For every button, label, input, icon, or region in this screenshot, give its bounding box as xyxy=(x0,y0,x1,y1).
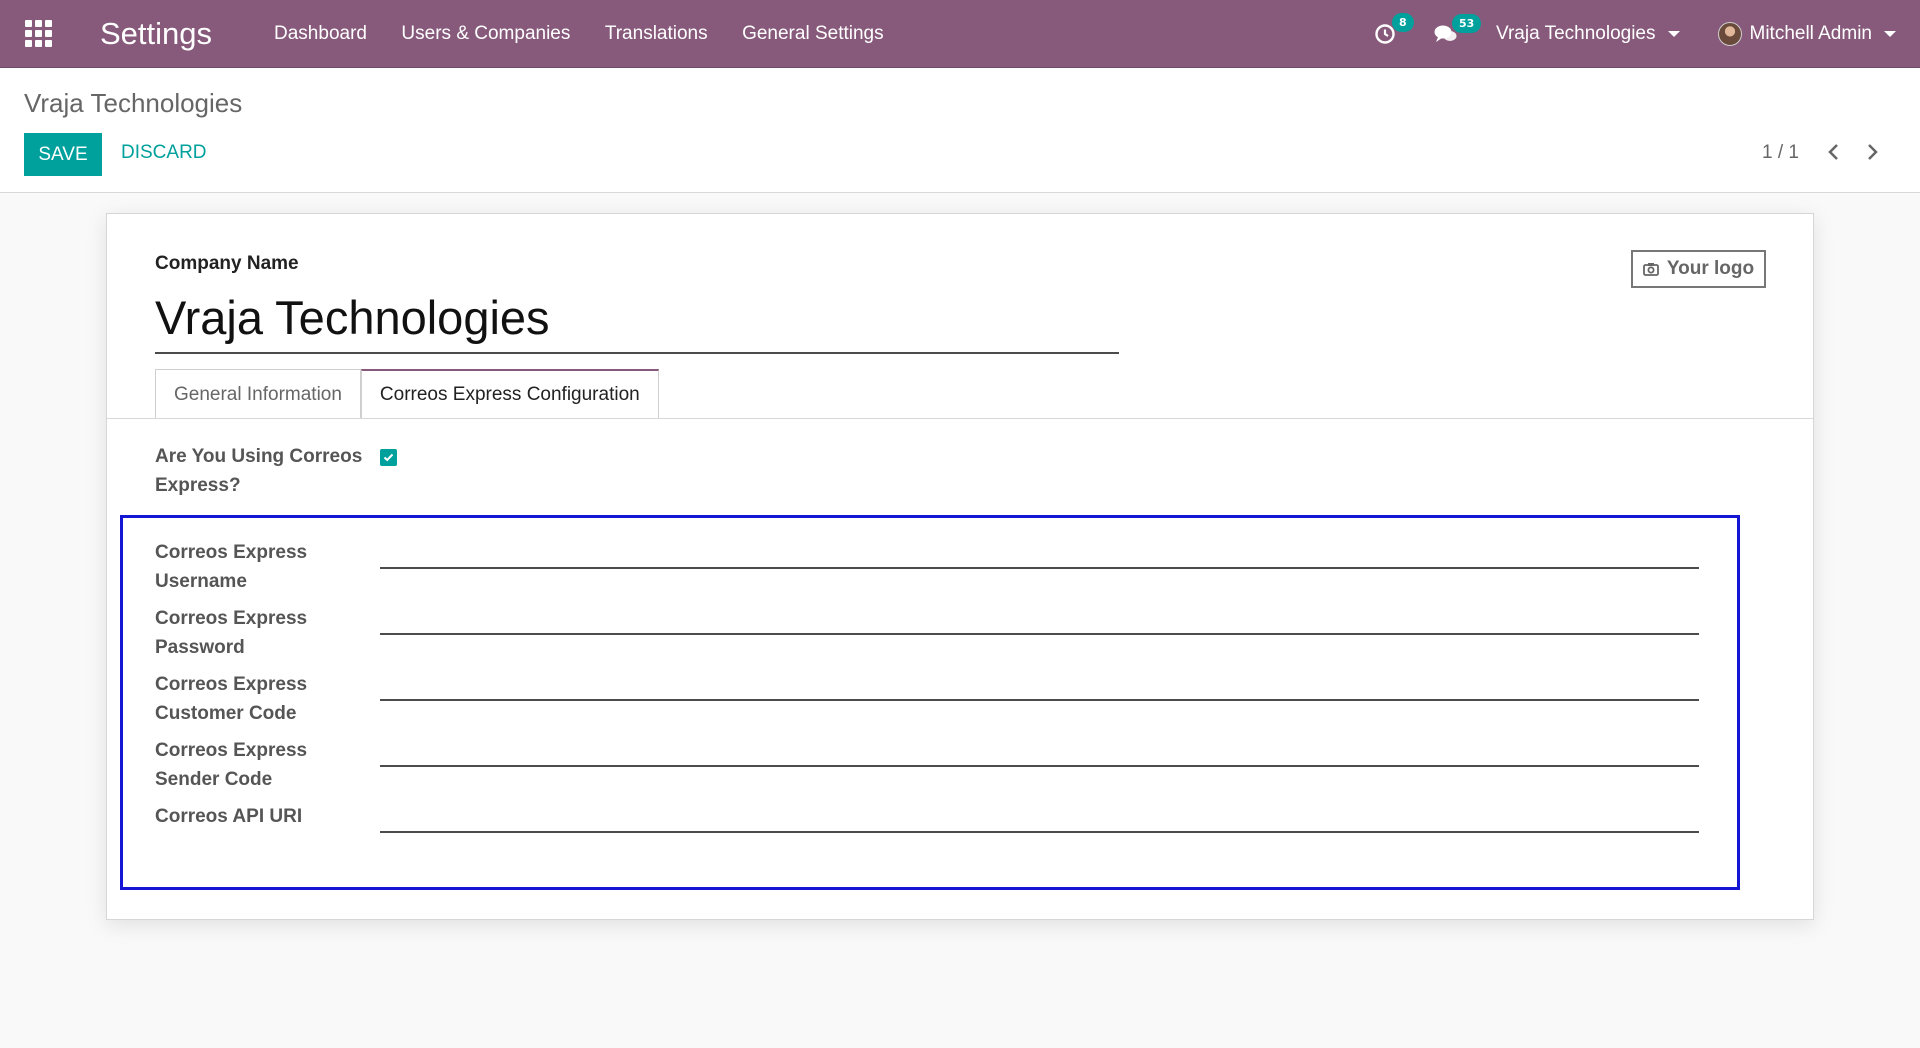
user-name: Mitchell Admin xyxy=(1749,22,1873,44)
using-correos-label: Are You Using Correos Express? xyxy=(155,446,363,496)
apps-grid-icon[interactable] xyxy=(18,14,58,54)
password-label: Correos Express Password xyxy=(155,608,308,658)
caret-down-icon xyxy=(1667,30,1680,37)
pager-previous-button[interactable] xyxy=(1821,140,1845,164)
api-uri-label: Correos API URI xyxy=(155,806,303,827)
systray: 8 53 Vraja Technologies Mitchell Admin xyxy=(1374,0,1920,67)
messages-menu[interactable]: 53 xyxy=(1434,13,1482,44)
notebook-tabs: General Information Correos Express Conf… xyxy=(155,369,659,419)
messages-count-badge: 53 xyxy=(1452,13,1482,33)
using-correos-checkbox[interactable] xyxy=(380,449,397,466)
company-switcher-label: Vraja Technologies xyxy=(1496,22,1656,44)
sender-code-label: Correos Express Sender Code xyxy=(155,740,308,790)
company-name-field[interactable]: Vraja Technologies xyxy=(155,288,1119,354)
camera-icon xyxy=(1642,263,1659,276)
menu-item-users-companies[interactable]: Users & Companies xyxy=(401,23,570,45)
menu-item-dashboard[interactable]: Dashboard xyxy=(274,23,367,45)
app-title: Settings xyxy=(100,15,213,51)
top-navbar: Settings Dashboard Users & Companies Tra… xyxy=(0,0,1920,68)
main-menu: Dashboard Users & Companies Translations… xyxy=(274,23,914,45)
pager-value: 1 / 1 xyxy=(1762,142,1799,163)
tab-divider xyxy=(107,418,1813,419)
discard-button[interactable]: DISCARD xyxy=(121,142,207,164)
chevron-left-icon xyxy=(1828,144,1838,160)
tab-correos-express-configuration[interactable]: Correos Express Configuration xyxy=(360,369,659,419)
password-field[interactable] xyxy=(380,600,1699,635)
pager-next-button[interactable] xyxy=(1861,140,1885,164)
user-menu[interactable]: Mitchell Admin xyxy=(1717,21,1896,46)
company-switcher[interactable]: Vraja Technologies xyxy=(1496,23,1680,45)
save-button[interactable]: SAVE xyxy=(24,133,102,176)
caret-down-icon xyxy=(1884,30,1896,37)
customer-code-label: Correos Express Customer Code xyxy=(155,674,308,724)
sender-code-field[interactable] xyxy=(380,732,1699,767)
tab-general-information[interactable]: General Information xyxy=(155,369,361,419)
customer-code-field[interactable] xyxy=(380,666,1699,701)
menu-item-translations[interactable]: Translations xyxy=(605,23,708,45)
activity-menu[interactable]: 8 xyxy=(1374,12,1414,45)
menu-item-general-settings[interactable]: General Settings xyxy=(742,23,884,45)
control-panel: Vraja Technologies SAVE DISCARD 1 / 1 xyxy=(0,68,1920,193)
activity-count-badge: 8 xyxy=(1392,12,1414,32)
breadcrumb: Vraja Technologies xyxy=(24,88,243,118)
company-name-label: Company Name xyxy=(155,253,299,274)
chevron-right-icon xyxy=(1868,144,1878,160)
check-icon xyxy=(383,453,394,462)
logo-upload-button[interactable]: Your logo xyxy=(1631,250,1766,288)
logo-upload-label: Your logo xyxy=(1666,258,1755,279)
form-sheet: Company Name Vraja Technologies Your log… xyxy=(106,213,1814,920)
avatar xyxy=(1717,21,1742,46)
username-label: Correos Express Username xyxy=(155,542,308,592)
username-field[interactable] xyxy=(380,534,1699,569)
api-uri-field[interactable] xyxy=(380,798,1699,833)
